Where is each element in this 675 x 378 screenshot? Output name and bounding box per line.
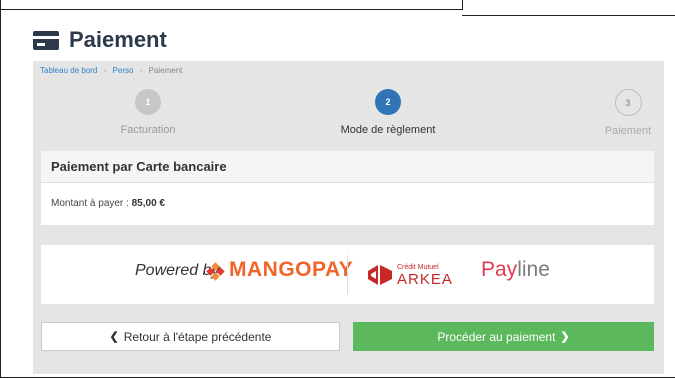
breadcrumb-separator: › xyxy=(103,66,107,75)
step-label: Facturation xyxy=(120,124,176,136)
frame-line-top xyxy=(0,9,462,10)
card-payment-title: Paiement par Carte bancaire xyxy=(41,151,654,183)
breadcrumb-current: Paiement xyxy=(148,66,183,75)
frame-line-left xyxy=(0,0,1,378)
frame-line-divider xyxy=(462,0,463,10)
payline-pay-text: Pay xyxy=(481,258,518,281)
mangopay-logo: MANGOPAY xyxy=(229,258,354,281)
logo-divider xyxy=(347,255,348,294)
frame-line-top-right xyxy=(462,15,675,16)
step-label: Paiement xyxy=(604,125,652,137)
page-title: Paiement xyxy=(69,27,167,52)
back-button[interactable]: ❮ Retour à l'étape précédente xyxy=(41,322,340,351)
step-number: 1 xyxy=(135,89,161,115)
breadcrumb-dashboard[interactable]: Tableau de bord xyxy=(40,66,97,75)
payline-line-text: line xyxy=(517,258,550,281)
breadcrumb-perso[interactable]: Perso xyxy=(113,66,134,75)
step-billing: 1 Facturation xyxy=(93,89,203,136)
arkea-logo: ARKEA xyxy=(397,271,453,288)
chevron-left-icon: ❮ xyxy=(109,331,119,343)
credit-card-icon xyxy=(33,30,59,50)
payment-panel: Tableau de bord › Perso › Paiement 1 Fac… xyxy=(33,61,664,374)
breadcrumb: Tableau de bord › Perso › Paiement xyxy=(40,66,182,75)
amount-row: Montant à payer : 85,00 € xyxy=(41,183,654,225)
step-number: 2 xyxy=(375,89,401,115)
chevron-right-icon: ❯ xyxy=(560,331,570,343)
page-header: Paiement xyxy=(33,27,167,53)
credit-mutuel-text: Crédit Mutuel xyxy=(397,264,439,271)
step-payment: 3 Paiement xyxy=(593,89,663,137)
back-button-label: Retour à l'étape précédente xyxy=(123,329,272,344)
payline-logo: Payline xyxy=(481,258,550,282)
step-number: 3 xyxy=(614,89,642,116)
card-payment-info: Paiement par Carte bancaire Montant à pa… xyxy=(41,151,654,225)
step-label: Mode de règlement xyxy=(340,124,436,136)
proceed-payment-button[interactable]: Procéder au paiement ❯ xyxy=(353,322,654,351)
step-payment-method: 2 Mode de règlement xyxy=(333,89,443,136)
breadcrumb-separator: › xyxy=(139,66,143,75)
arkea-logo-icon xyxy=(368,265,392,285)
amount-label: Montant à payer : xyxy=(51,198,132,209)
proceed-payment-label: Procéder au paiement xyxy=(437,329,556,344)
payment-providers-logos: Powered by MANGOPAY Crédit Mutuel ARKEA … xyxy=(41,245,654,304)
amount-value: 85,00 € xyxy=(131,198,165,209)
